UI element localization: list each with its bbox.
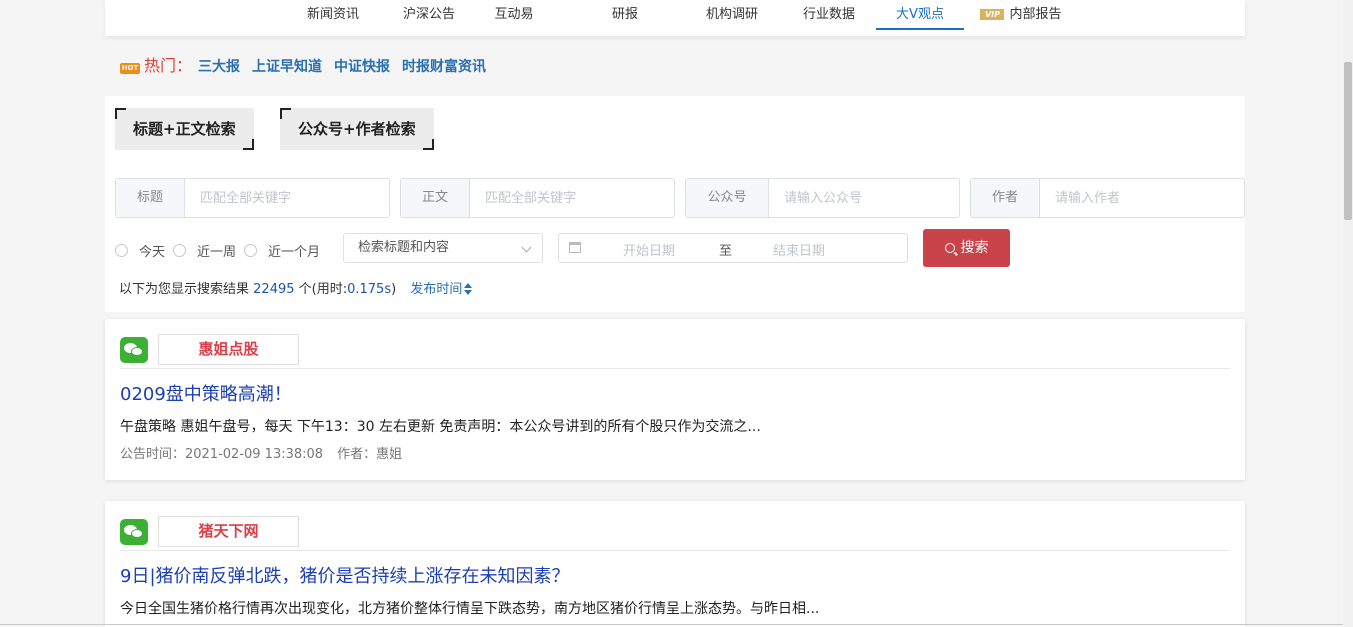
sort-arrows-icon <box>464 283 473 295</box>
select-value: 检索标题和内容 <box>358 240 450 255</box>
top-nav: 新闻资讯 沪深公告 互动易 研报 机构调研 行业数据 大V观点 VIP 内部报告 <box>105 0 1245 36</box>
wechat-icon <box>120 337 148 363</box>
result-card: 猪天下网 9日|猪价南反弹北跌，猪价是否持续上涨存在未知因素？ 今日全国生猪价格… <box>105 501 1245 627</box>
divider <box>0 624 1343 625</box>
card-header: 惠姐点股 <box>120 334 1230 369</box>
nav-item-bigv-opinions[interactable]: 大V观点 <box>876 0 964 30</box>
result-meta: 公告时间：2021-02-09 13:38:08 作者：惠姐 <box>120 443 402 462</box>
author-name: 作者：惠姐 <box>337 447 403 462</box>
end-date-input[interactable]: 结束日期 <box>773 240 825 259</box>
nav-item-label: 机构调研 <box>705 7 758 22</box>
results-prefix: 以下为您显示搜索结果 <box>119 282 250 297</box>
radio-circle-icon <box>173 243 187 257</box>
search-button-label: 搜索 <box>960 240 989 256</box>
nav-item-label: 大V观点 <box>896 7 944 22</box>
source-account-tag[interactable]: 猪天下网 <box>158 516 299 547</box>
result-card: 惠姐点股 0209盘中策略高潮！ 午盘策略 惠姐午盘号，每天 下午13：30 左… <box>105 319 1245 480</box>
nav-item-label: 研报 <box>611 7 638 22</box>
results-close: ) <box>391 282 397 297</box>
results-summary: 以下为您显示搜索结果 22495 个(用时:0.175s) 发布时间 <box>119 278 473 297</box>
vip-badge-icon: VIP <box>980 9 1005 20</box>
tab-label: 公众号+作者检索 <box>298 120 416 138</box>
title-input[interactable] <box>185 179 389 217</box>
account-input[interactable] <box>769 179 959 217</box>
hot-topics: HOT 热门： 三大报 上证早知道 中证快报 时报财富资讯 <box>120 54 498 78</box>
title-field-label: 标题 <box>116 179 185 217</box>
radio-today[interactable]: 今天 <box>115 241 165 260</box>
nav-item-interaction[interactable]: 互动易 <box>479 0 549 30</box>
nav-item-institution-research[interactable]: 机构调研 <box>691 0 773 30</box>
radio-label: 近一周 <box>197 244 237 260</box>
account-field: 公众号 <box>685 178 960 218</box>
author-field: 作者 <box>970 178 1245 218</box>
nav-item-label: 沪深公告 <box>402 7 455 22</box>
radio-month[interactable]: 近一个月 <box>244 241 320 260</box>
result-summary: 午盘策略 惠姐午盘号，每天 下午13：30 左右更新 免责声明：本公众号讲到的所… <box>120 419 761 435</box>
sort-label: 发布时间 <box>410 282 463 297</box>
nav-item-label: 内部报告 <box>1009 7 1062 22</box>
nav-item-research[interactable]: 研报 <box>595 0 655 30</box>
hot-link[interactable]: 中证快报 <box>334 59 390 75</box>
nav-item-announcements[interactable]: 沪深公告 <box>389 0 469 30</box>
start-date-input[interactable]: 开始日期 <box>623 240 675 259</box>
result-title-link[interactable]: 9日|猪价南反弹北跌，猪价是否持续上涨存在未知因素？ <box>120 562 570 588</box>
content-field: 正文 <box>400 178 675 218</box>
hot-link[interactable]: 三大报 <box>198 59 240 75</box>
date-range-radios: 今天 近一周 近一个月 <box>115 238 328 262</box>
source-account-tag[interactable]: 惠姐点股 <box>158 334 299 365</box>
sort-by-publish-time[interactable]: 发布时间 <box>410 282 473 297</box>
search-panel: 标题+正文检索 公众号+作者检索 标题 正文 公众号 作者 今天 近一周 近一个… <box>105 96 1245 312</box>
search-scope-select[interactable]: 检索标题和内容 <box>343 233 543 263</box>
result-summary: 今日全国生猪价格行情再次出现变化，北方猪价整体行情呈下跌态势，南方地区猪价行情呈… <box>120 601 820 617</box>
results-time: 0.175s <box>347 282 392 297</box>
nav-item-label: 行业数据 <box>802 7 855 22</box>
card-header: 猪天下网 <box>120 516 1230 551</box>
calendar-icon <box>569 242 581 253</box>
nav-item-label: 新闻资讯 <box>306 7 359 22</box>
author-input[interactable] <box>1040 179 1244 217</box>
radio-label: 今天 <box>139 244 166 260</box>
nav-item-news[interactable]: 新闻资讯 <box>291 0 375 30</box>
radio-week[interactable]: 近一周 <box>173 241 236 260</box>
result-title-link[interactable]: 0209盘中策略高潮！ <box>120 380 292 406</box>
title-field: 标题 <box>115 178 390 218</box>
account-field-label: 公众号 <box>686 179 769 217</box>
radio-label: 近一个月 <box>268 244 321 260</box>
results-count: 22495 <box>253 282 295 297</box>
nav-item-industry-data[interactable]: 行业数据 <box>789 0 869 30</box>
author-field-label: 作者 <box>971 179 1040 217</box>
scrollbar-thumb[interactable] <box>1344 62 1352 220</box>
search-button[interactable]: 搜索 <box>923 229 1010 267</box>
content-input[interactable] <box>470 179 674 217</box>
radio-circle-icon <box>115 243 128 257</box>
search-icon <box>944 243 955 253</box>
nav-item-internal-reports[interactable]: VIP 内部报告 <box>973 0 1069 30</box>
date-separator: 至 <box>719 244 733 259</box>
tab-account-author-search[interactable]: 公众号+作者检索 <box>280 108 434 150</box>
results-suffix: 个(用时: <box>298 282 348 297</box>
hot-link[interactable]: 时报财富资讯 <box>402 59 486 75</box>
radio-circle-icon <box>244 243 258 257</box>
wechat-icon <box>120 519 148 545</box>
tab-label: 标题+正文检索 <box>133 120 236 138</box>
content-field-label: 正文 <box>401 179 470 217</box>
tab-title-content-search[interactable]: 标题+正文检索 <box>115 108 254 150</box>
nav-item-label: 互动易 <box>494 7 534 22</box>
hot-icon: HOT <box>120 63 140 74</box>
hot-label: 热门： <box>144 56 193 75</box>
chevron-down-icon <box>521 242 532 253</box>
hot-link[interactable]: 上证早知道 <box>252 59 322 75</box>
publish-time: 公告时间：2021-02-09 13:38:08 <box>120 447 324 462</box>
date-range-picker[interactable]: 开始日期 至 结束日期 <box>558 233 908 263</box>
